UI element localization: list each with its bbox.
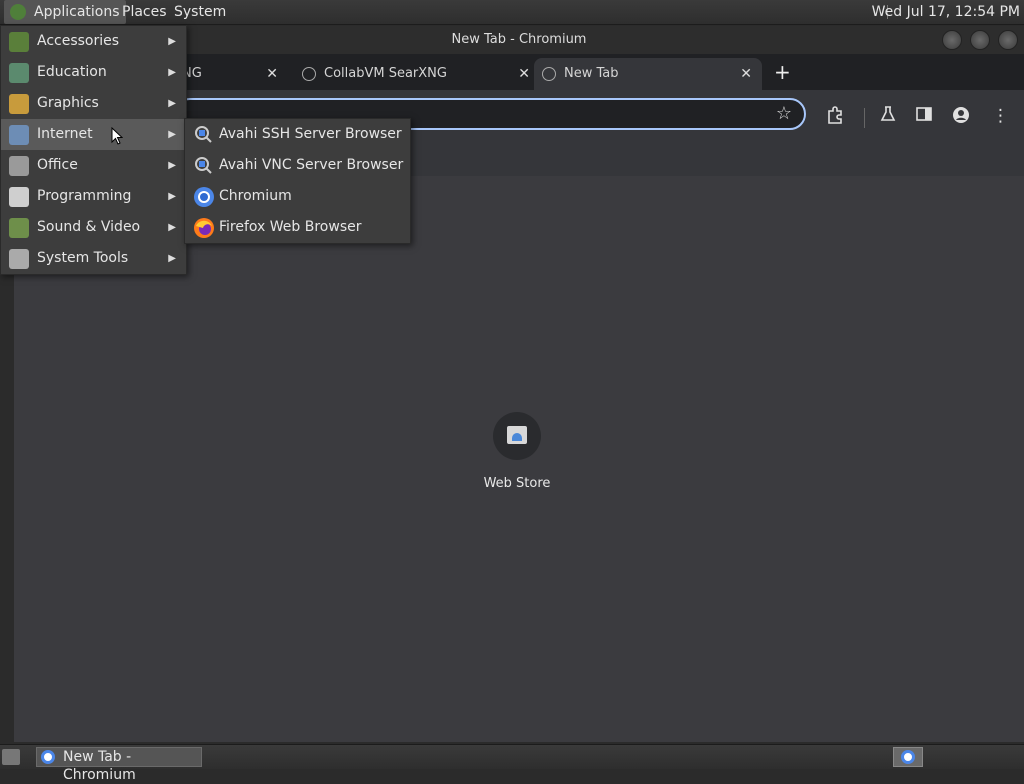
close-tab-icon[interactable]: ✕ xyxy=(266,58,278,90)
menu-item-label: Education xyxy=(37,64,107,80)
graphics-icon xyxy=(9,94,29,114)
menu-item-internet[interactable]: Internet ▶ xyxy=(1,119,186,150)
menu-item-education[interactable]: Education ▶ xyxy=(1,57,186,88)
tab-title: New Tab xyxy=(564,66,619,81)
top-panel: Applications Places System Wed Jul 17, 1… xyxy=(0,0,1024,25)
menu-item-label: System Tools xyxy=(37,250,129,266)
tab-collabvm-searxng[interactable]: CollabVM SearXNG ✕ xyxy=(294,58,540,90)
menu-item-office[interactable]: Office ▶ xyxy=(1,150,186,181)
chromium-icon xyxy=(193,186,214,207)
new-tab-button[interactable]: + xyxy=(774,58,791,86)
taskbar-window-button[interactable]: New Tab - Chromium xyxy=(36,747,202,783)
distro-logo-icon xyxy=(10,4,26,20)
menu-item-programming[interactable]: Programming ▶ xyxy=(1,181,186,212)
applications-menu-label: Applications xyxy=(34,4,120,20)
globe-icon xyxy=(302,67,316,81)
firefox-icon xyxy=(193,217,214,238)
system-tools-icon xyxy=(9,249,29,269)
tab-new-tab[interactable]: New Tab ✕ xyxy=(534,58,762,90)
shortcut-label: Web Store xyxy=(483,476,551,491)
more-menu-icon[interactable]: ⋮ xyxy=(992,106,1009,126)
taskbar-window-label: New Tab - Chromium xyxy=(63,749,136,783)
web-store-shortcut[interactable]: Web Store xyxy=(472,412,562,491)
submenu-item-label: Chromium xyxy=(219,188,292,204)
close-tab-icon[interactable]: ✕ xyxy=(740,58,752,90)
education-icon xyxy=(9,63,29,83)
close-window-button[interactable] xyxy=(998,30,1018,50)
tab-searxng-1[interactable]: NG ✕ xyxy=(182,58,288,90)
menu-item-sound-video[interactable]: Sound & Video ▶ xyxy=(1,212,186,243)
submenu-arrow-icon: ▶ xyxy=(168,191,176,202)
submenu-arrow-icon: ▶ xyxy=(168,67,176,78)
places-menu[interactable]: Places xyxy=(116,0,173,24)
submenu-item-avahi-ssh-server-browser[interactable]: Avahi SSH Server Browser xyxy=(185,119,410,150)
chromium-tray-icon[interactable] xyxy=(893,747,923,767)
flask-icon[interactable] xyxy=(880,106,896,127)
chromium-icon xyxy=(41,750,55,764)
menu-item-label: Accessories xyxy=(37,33,120,49)
mouse-cursor-icon xyxy=(111,127,123,145)
programming-icon xyxy=(9,187,29,207)
clock[interactable]: Wed Jul 17, 12:54 PM xyxy=(872,0,1020,24)
show-desktop-icon[interactable] xyxy=(2,749,20,765)
menu-item-label: Sound & Video xyxy=(37,219,141,235)
submenu-item-chromium[interactable]: Chromium xyxy=(185,181,410,212)
menu-item-graphics[interactable]: Graphics ▶ xyxy=(1,88,186,119)
submenu-item-label: Avahi VNC Server Browser xyxy=(219,157,404,173)
puzzle-icon[interactable] xyxy=(826,106,844,129)
submenu-arrow-icon: ▶ xyxy=(168,129,176,140)
submenu-item-label: Avahi SSH Server Browser xyxy=(219,126,402,142)
side-panel-icon[interactable] xyxy=(916,106,932,127)
menu-item-label: Programming xyxy=(37,188,132,204)
applications-menu[interactable]: Applications xyxy=(4,0,126,24)
internet-icon xyxy=(9,125,29,145)
minimize-button[interactable] xyxy=(942,30,962,50)
accessories-icon xyxy=(9,32,29,52)
web-store-tile xyxy=(493,412,541,460)
submenu-item-avahi-vnc-server-browser[interactable]: Avahi VNC Server Browser xyxy=(185,150,410,181)
submenu-arrow-icon: ▶ xyxy=(168,253,176,264)
maximize-button[interactable] xyxy=(970,30,990,50)
web-store-icon xyxy=(507,426,527,444)
tab-title: CollabVM SearXNG xyxy=(324,66,447,81)
toolbar-separator xyxy=(864,108,865,128)
menu-item-label: Office xyxy=(37,157,78,173)
avahi-ssh-icon xyxy=(193,124,213,144)
applications-dropdown: Accessories ▶ Education ▶ Graphics ▶ Internet ▶… xyxy=(0,25,187,275)
office-icon xyxy=(9,156,29,176)
menu-item-label: Graphics xyxy=(37,95,99,111)
star-icon[interactable]: ☆ xyxy=(776,103,792,124)
system-menu[interactable]: System xyxy=(168,0,232,24)
globe-icon xyxy=(542,67,556,81)
submenu-arrow-icon: ▶ xyxy=(168,36,176,47)
submenu-arrow-icon: ▶ xyxy=(168,98,176,109)
bottom-panel: New Tab - Chromium xyxy=(0,744,1024,783)
avahi-vnc-icon xyxy=(193,155,213,175)
submenu-arrow-icon: ▶ xyxy=(168,160,176,171)
close-tab-icon[interactable]: ✕ xyxy=(518,58,530,90)
submenu-arrow-icon: ▶ xyxy=(168,222,176,233)
sound-video-icon xyxy=(9,218,29,238)
submenu-item-firefox-web-browser[interactable]: Firefox Web Browser xyxy=(185,212,410,243)
menu-item-label: Internet xyxy=(37,126,93,142)
profile-icon[interactable] xyxy=(952,106,970,129)
internet-submenu: Avahi SSH Server Browser Avahi VNC Server… xyxy=(184,118,411,244)
menu-item-accessories[interactable]: Accessories ▶ xyxy=(1,26,186,57)
submenu-item-label: Firefox Web Browser xyxy=(219,219,362,235)
menu-item-system-tools[interactable]: System Tools ▶ xyxy=(1,243,186,274)
